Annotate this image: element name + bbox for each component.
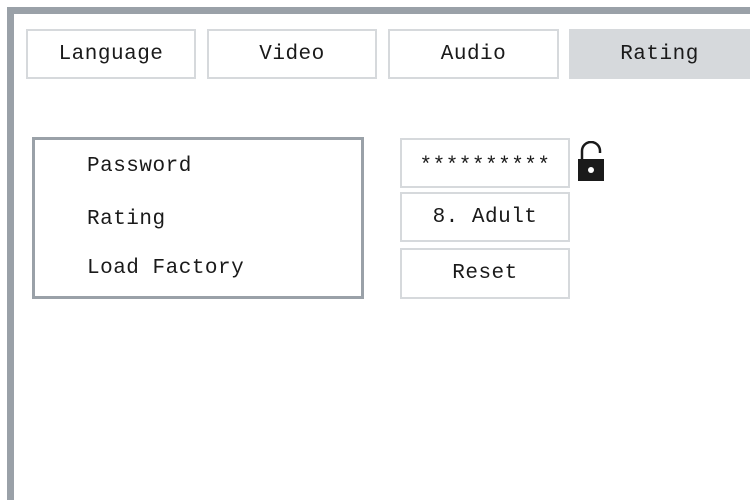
rating-level-select[interactable]: 8. Adult <box>400 192 570 242</box>
unlocked-padlock-icon <box>578 141 604 181</box>
frame-top-border <box>7 7 750 14</box>
menu-item-load-factory[interactable]: Load Factory <box>87 257 244 280</box>
rating-level-value: 8. Adult <box>432 205 538 229</box>
tab-video[interactable]: Video <box>207 29 377 79</box>
tab-language-label: Language <box>58 42 164 66</box>
password-masked-value: ********** <box>419 154 551 178</box>
menu-item-rating[interactable]: Rating <box>87 208 166 231</box>
rating-menu-panel: Password Rating Load Factory <box>32 137 364 299</box>
tab-video-label: Video <box>259 42 325 66</box>
password-field[interactable]: ********** <box>400 138 570 188</box>
tab-audio-label: Audio <box>440 42 507 66</box>
reset-button-label: Reset <box>452 262 518 285</box>
frame-left-border <box>7 7 14 500</box>
tab-rating-label: Rating <box>620 42 699 66</box>
tab-audio[interactable]: Audio <box>388 29 559 79</box>
menu-item-password[interactable]: Password <box>87 155 192 178</box>
tab-language[interactable]: Language <box>26 29 196 79</box>
reset-button[interactable]: Reset <box>400 248 570 299</box>
tab-rating[interactable]: Rating <box>569 29 750 79</box>
